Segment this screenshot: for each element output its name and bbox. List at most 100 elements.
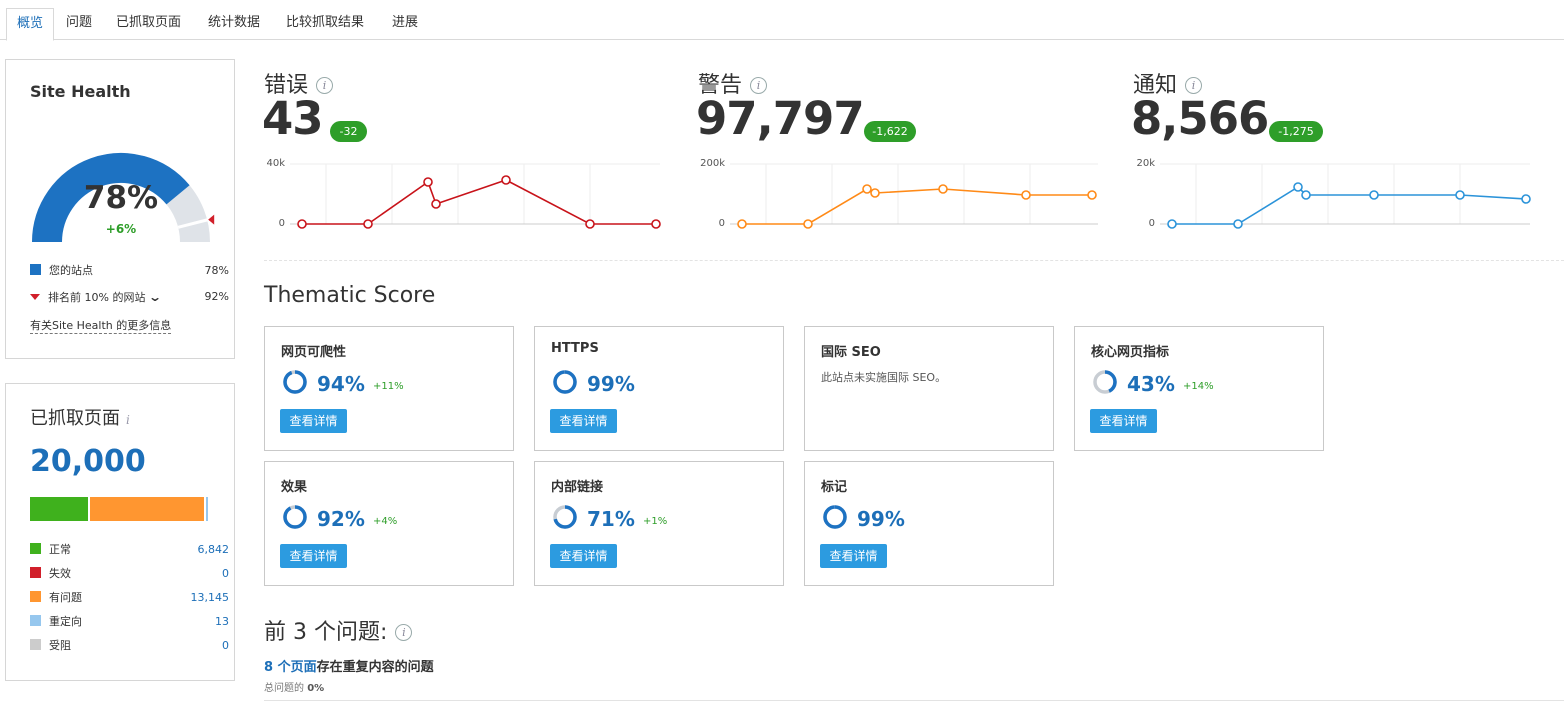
thematic-card-delta: +11% [373, 381, 404, 392]
ring-fill [823, 505, 847, 529]
crawled-pages-title-text: 已抓取页面 [30, 408, 120, 429]
tab-crawled-pages[interactable]: 已抓取页面 [106, 8, 191, 40]
trend-point[interactable] [737, 219, 747, 229]
thematic-card-name: 核心网页指标 [1091, 345, 1170, 360]
view-details-button[interactable]: 查看详情 [550, 409, 617, 433]
view-details-button[interactable]: 查看详情 [280, 409, 347, 433]
notices-change-badge: -1,275 [1269, 121, 1323, 142]
warnings-count[interactable]: 97,797 [696, 92, 865, 145]
crawled-legend-value[interactable]: 13 [179, 614, 229, 630]
info-icon[interactable]: i [126, 413, 130, 427]
trend-point[interactable] [1167, 219, 1177, 229]
thematic-card-score: 92% [317, 507, 365, 531]
legend-swatch [30, 615, 41, 626]
crawled-pages-card: 已抓取页面 i 20,000 正常 6,842 失效 0 有问题 13,145 重定向 13 受阻… [5, 383, 235, 681]
trend-point[interactable] [501, 175, 511, 185]
thematic-score-title: Thematic Score [264, 283, 436, 308]
site-health-more-info-link[interactable]: 有关Site Health 的更多信息 [30, 319, 172, 334]
tab-issues[interactable]: 问题 [56, 8, 102, 40]
crawled-bar-segment[interactable] [30, 497, 91, 521]
crawled-legend-value[interactable]: 6,842 [179, 542, 230, 558]
thematic-card-note: 此站点未实施国际 SEO。 [821, 371, 947, 384]
site-health-card: Site Health 78% +6% 您的站点 78% 排名前 10% 的网站… [5, 59, 235, 359]
chevron-down-icon[interactable]: ⌄ [148, 289, 162, 305]
trend-point[interactable] [431, 199, 441, 209]
errors-trend-chart [290, 163, 661, 229]
crawled-legend-value[interactable]: 13,145 [179, 590, 230, 606]
tab-progress[interactable]: 进展 [382, 8, 428, 40]
view-details-button[interactable]: 查看详情 [280, 544, 347, 568]
crawled-legend-value[interactable]: 0 [179, 566, 229, 582]
errors-count[interactable]: 43 [262, 92, 324, 145]
tab-compare-crawls[interactable]: 比较抓取结果 [276, 8, 374, 40]
trend-point[interactable] [862, 184, 872, 194]
tab-overview[interactable]: 概览 [6, 8, 55, 41]
crawled-legend-value[interactable]: 0 [179, 638, 229, 654]
trend-point[interactable] [1455, 190, 1465, 200]
trend-point[interactable] [870, 188, 880, 198]
trend-point[interactable] [423, 177, 433, 187]
trend-point[interactable] [938, 184, 948, 194]
tab-statistics[interactable]: 统计数据 [198, 8, 270, 40]
legend-swatch [30, 543, 41, 554]
legend-your-site-label: 您的站点 [49, 264, 93, 277]
issues-divider [264, 700, 1564, 701]
trend-point[interactable] [1021, 190, 1031, 200]
crawled-bar-segment[interactable] [205, 497, 210, 521]
notices-trend-line [1172, 185, 1527, 225]
thematic-card-score: 43% [1127, 372, 1175, 396]
top-issues-title-text: 前 3 个问题: [264, 620, 388, 645]
thematic-card-name: HTTPS [551, 341, 599, 356]
score-ring-icon [283, 505, 307, 529]
ring-fill [283, 505, 307, 529]
notices-trend-chart [1160, 163, 1531, 229]
score-ring-icon [553, 505, 577, 529]
legend-top10-value: 92% [204, 290, 229, 303]
legend-swatch [30, 591, 41, 602]
crawled-legend-item: 受阻 0 [30, 638, 229, 654]
errors-trend-line [302, 179, 656, 225]
notices-axis-zero: 0 [1148, 218, 1155, 229]
thematic-card-score: 94% [317, 372, 365, 396]
site-health-title: Site Health [30, 82, 131, 101]
legend-your-site: 您的站点 78% [30, 263, 229, 279]
thematic-card-delta: +4% [373, 516, 398, 527]
legend-top10[interactable]: 排名前 10% 的网站 ⌄ 92% [30, 289, 229, 305]
trend-point[interactable] [585, 219, 595, 229]
trend-point[interactable] [1369, 190, 1379, 200]
trend-point[interactable] [297, 219, 307, 229]
notices-count[interactable]: 8,566 [1131, 92, 1269, 145]
legend-swatch [30, 567, 41, 578]
trend-point[interactable] [1087, 190, 1097, 200]
crawled-bar-segment[interactable] [90, 497, 206, 521]
legend-swatch [30, 639, 41, 650]
view-details-button[interactable]: 查看详情 [820, 544, 887, 568]
crawled-legend-label: 有问题 [49, 591, 82, 604]
trend-point[interactable] [1301, 190, 1311, 200]
ring-fill [283, 370, 307, 394]
trend-point[interactable] [651, 219, 661, 229]
top-issue-link[interactable]: 8 个页面 [264, 660, 317, 675]
thematic-card-markup: 标记 99% 查看详情 [804, 461, 1054, 586]
thematic-card-performance: 效果 92% +4% 查看详情 [264, 461, 514, 586]
thematic-card-crawlability: 网页可爬性 94% +11% 查看详情 [264, 326, 514, 451]
view-details-button[interactable]: 查看详情 [550, 544, 617, 568]
thematic-card-internal-linking: 内部链接 71% +1% 查看详情 [534, 461, 784, 586]
info-icon[interactable]: i [395, 624, 413, 641]
caret-down-icon [30, 294, 40, 300]
crawled-legend-item: 失效 0 [30, 566, 229, 582]
trend-point[interactable] [1293, 182, 1303, 192]
trend-point[interactable] [1521, 194, 1531, 204]
your-site-swatch [30, 264, 41, 275]
legend-your-site-value: 78% [204, 264, 229, 277]
trend-point[interactable] [803, 219, 813, 229]
view-details-button[interactable]: 查看详情 [1090, 409, 1157, 433]
top-issue-text: 存在重复内容的问题 [316, 660, 434, 675]
trend-point[interactable] [1233, 219, 1243, 229]
warnings-trend-chart [730, 163, 1098, 229]
top-issue-item: 8 个页面存在重复内容的问题 [264, 656, 434, 675]
site-health-change: +6% [105, 222, 137, 236]
crawled-pages-total[interactable]: 20,000 [30, 444, 146, 479]
trend-point[interactable] [363, 219, 373, 229]
site-health-score: 78% [83, 180, 159, 216]
